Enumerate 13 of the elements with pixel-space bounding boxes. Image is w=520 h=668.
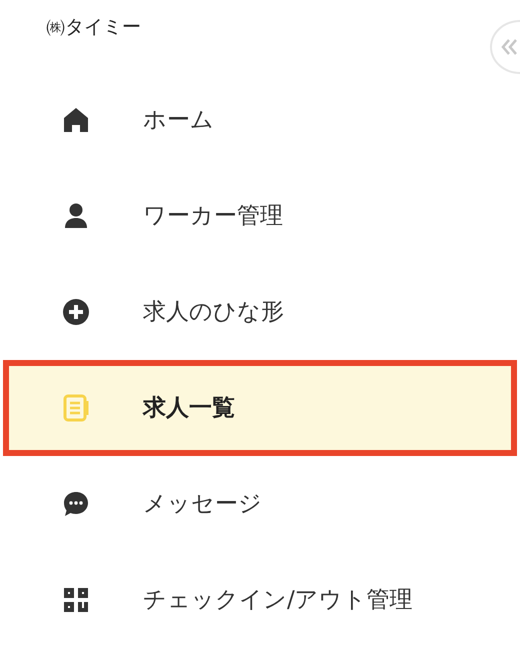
nav-item[interactable]: ホーム [3,72,517,168]
company-name: ㈱タイミー [45,15,141,40]
chat-bubble-icon [61,489,91,519]
nav-item[interactable]: 求人一覧 [3,360,517,456]
home-icon [61,105,91,135]
nav-item[interactable]: チェックイン/アウト管理 [3,552,517,648]
qr-code-icon [61,585,91,615]
nav-item[interactable]: ワーカー管理 [3,168,517,264]
notepad-icon [61,393,91,423]
nav-item[interactable]: 求人のひな形 [3,264,517,360]
nav-item[interactable]: メッセージ [3,456,517,552]
double-chevron-icon [500,37,518,57]
plus-circle-icon [61,297,91,327]
